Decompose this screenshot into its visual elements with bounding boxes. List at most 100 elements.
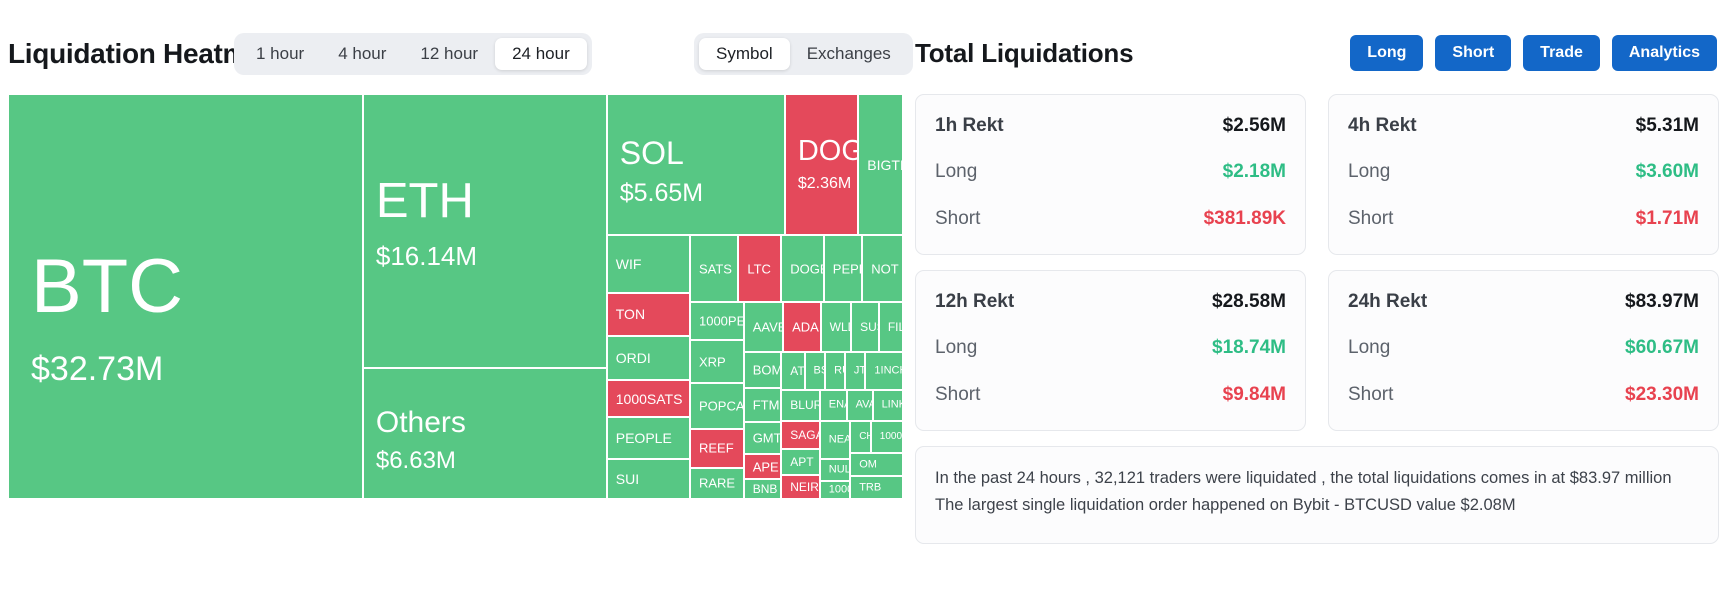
- stat-total-row: 4h Rekt $5.31M: [1348, 115, 1699, 137]
- tile-symbol: RARE: [698, 475, 736, 491]
- stat-long-label: Long: [1348, 337, 1391, 358]
- treemap-tile-1000sats[interactable]: 1000SATS: [606, 380, 690, 417]
- stat-long-row: Long $60.67M: [1348, 337, 1699, 359]
- stat-total-value: $28.58M: [1212, 291, 1286, 312]
- treemap-tile-sushi[interactable]: SUSHI: [851, 302, 879, 353]
- treemap-tile-jto[interactable]: JTO: [844, 352, 866, 390]
- treemap-tile-ftm[interactable]: FTM: [743, 388, 782, 423]
- treemap-tile-blur[interactable]: BLUR: [781, 389, 820, 421]
- total-liquidations-title: Total Liquidations: [915, 38, 1134, 68]
- treemap-tile-sui[interactable]: SUI: [606, 459, 690, 499]
- view-mode-tab-group[interactable]: Symbol Exchanges: [694, 33, 913, 75]
- tile-symbol: Others: [375, 406, 466, 440]
- treemap-tile-sats[interactable]: SATS: [689, 235, 739, 303]
- stat-long-value: $60.67M: [1625, 337, 1699, 358]
- view-mode-tab-symbol[interactable]: Symbol: [699, 38, 790, 70]
- tile-symbol: BLUR: [790, 398, 820, 413]
- tile-symbol: BIGTIME: [867, 156, 903, 173]
- treemap-tile-btc[interactable]: BTC $32.73M: [8, 94, 363, 499]
- analytics-button[interactable]: Analytics: [1611, 35, 1717, 71]
- treemap-tile-om[interactable]: OM: [850, 452, 903, 477]
- treemap-tile-reef[interactable]: REEF: [689, 428, 744, 468]
- treemap-tile-1000floki[interactable]: 1000FLOKI: [870, 420, 903, 453]
- tile-symbol: SUSHI: [860, 320, 878, 335]
- treemap-tile-1000bonk[interactable]: 1000BONK: [819, 480, 851, 499]
- treemap-tile-atom[interactable]: ATOM: [781, 352, 805, 390]
- stat-short-value: $23.30M: [1625, 384, 1699, 405]
- tile-symbol: DOGS: [797, 135, 857, 168]
- tile-symbol: RUNE: [834, 364, 844, 377]
- tile-symbol: 1000SATS: [615, 390, 683, 407]
- treemap-tile-bnb[interactable]: BNB: [743, 479, 782, 499]
- treemap-tile-wld[interactable]: WLD: [820, 302, 852, 353]
- treemap-tile-bome[interactable]: BOME: [743, 352, 782, 389]
- treemap-tile-bigtime[interactable]: BIGTIME: [858, 94, 903, 236]
- treemap-tile-wif[interactable]: WIF: [606, 235, 690, 293]
- stat-card-4h-rekt: 4h Rekt $5.31M Long $3.60M Short $1.71M: [1328, 94, 1719, 255]
- stat-total-row: 1h Rekt $2.56M: [935, 115, 1286, 137]
- treemap-tile-saga[interactable]: SAGA: [781, 420, 820, 449]
- treemap-tile-ape[interactable]: APE: [743, 454, 782, 480]
- tile-symbol: APE: [752, 459, 779, 475]
- timeframe-tab-4-hour[interactable]: 4 hour: [321, 38, 403, 70]
- treemap-tile-pepe[interactable]: PEPE: [823, 235, 863, 303]
- treemap-tile-sol[interactable]: SOL $5.65M: [606, 94, 785, 236]
- treemap-tile-ordi[interactable]: ORDI: [606, 336, 690, 381]
- tile-symbol: ETH: [375, 174, 474, 229]
- treemap-tile-link[interactable]: LINK: [872, 389, 903, 421]
- treemap-tile-neiro[interactable]: NEIRO: [781, 474, 820, 499]
- treemap-tile-ada[interactable]: ADA: [783, 302, 821, 353]
- tile-symbol: 1INCH: [874, 364, 902, 377]
- treemap-tile-chz[interactable]: CHZ: [850, 420, 871, 453]
- treemap-tile-ton[interactable]: TON: [606, 292, 690, 337]
- liquidation-treemap[interactable]: BTC $32.73M ETH $16.14M Others $6.63M SOL $5.65…: [8, 94, 903, 499]
- tile-symbol: NOT: [871, 261, 899, 277]
- timeframe-tab-1-hour[interactable]: 1 hour: [239, 38, 321, 70]
- tile-symbol: ADA: [792, 319, 819, 335]
- treemap-tile-dogs[interactable]: DOGS $2.36M: [784, 94, 859, 236]
- treemap-tile-people[interactable]: PEOPLE: [606, 416, 690, 460]
- treemap-tile-bsv[interactable]: BSV: [804, 352, 826, 390]
- treemap-tile-rare[interactable]: RARE: [689, 467, 744, 499]
- treemap-tile-1inch[interactable]: 1INCH: [865, 352, 903, 390]
- treemap-tile-apt[interactable]: APT: [781, 448, 820, 475]
- treemap-tile-rune[interactable]: RUNE: [825, 352, 845, 390]
- tile-symbol: DOGE: [790, 261, 823, 277]
- timeframe-tab-12-hour[interactable]: 12 hour: [403, 38, 495, 70]
- tile-value: $32.73M: [31, 349, 164, 388]
- treemap-tile-ltc[interactable]: LTC: [738, 235, 782, 303]
- tile-symbol: XRP: [698, 354, 726, 370]
- treemap-tile-xrp[interactable]: XRP: [689, 339, 744, 384]
- tile-symbol: JTO: [853, 364, 866, 377]
- short-button[interactable]: Short: [1435, 35, 1512, 71]
- treemap-tile-avax[interactable]: AVAX: [846, 389, 873, 421]
- treemap-tile-1000pepe[interactable]: 1000PEPE: [689, 302, 744, 340]
- tile-symbol: BSV: [813, 364, 825, 377]
- timeframe-tab-group[interactable]: 1 hour 4 hour 12 hour 24 hour: [234, 33, 592, 75]
- stat-long-label: Long: [935, 337, 978, 358]
- treemap-tile-nuls[interactable]: NULS: [819, 458, 851, 481]
- long-button[interactable]: Long: [1350, 35, 1424, 71]
- summary-line-2: The largest single liquidation order hap…: [935, 495, 1516, 514]
- treemap-tile-not[interactable]: NOT: [862, 235, 903, 303]
- treemap-tile-aave[interactable]: AAVE: [743, 302, 784, 353]
- treemap-tile-ena[interactable]: ENA: [819, 389, 847, 421]
- treemap-tile-fil[interactable]: FIL: [878, 302, 903, 353]
- action-button-group[interactable]: Long Short Trade Analytics: [1350, 35, 1717, 71]
- timeframe-tab-24-hour[interactable]: 24 hour: [495, 38, 587, 70]
- treemap-tile-near[interactable]: NEAR: [819, 420, 851, 459]
- treemap-tile-popcat[interactable]: POPCAT: [689, 383, 744, 429]
- treemap-tile-trb[interactable]: TRB: [850, 476, 903, 499]
- stat-long-value: $2.18M: [1222, 161, 1286, 182]
- view-mode-tab-exchanges[interactable]: Exchanges: [790, 38, 908, 70]
- trade-button[interactable]: Trade: [1523, 35, 1600, 71]
- treemap-tile-doge[interactable]: DOGE: [781, 235, 824, 303]
- treemap-tile-others[interactable]: Others $6.63M: [362, 367, 607, 499]
- treemap-tile-gmt[interactable]: GMT: [743, 422, 782, 455]
- treemap-tile-eth[interactable]: ETH $16.14M: [362, 94, 607, 368]
- stat-short-row: Short $381.89K: [935, 208, 1286, 230]
- tile-symbol: WIF: [615, 255, 642, 272]
- tile-symbol: GMT: [752, 430, 782, 446]
- tile-value: $5.65M: [619, 178, 704, 207]
- tile-symbol: SATS: [698, 261, 732, 277]
